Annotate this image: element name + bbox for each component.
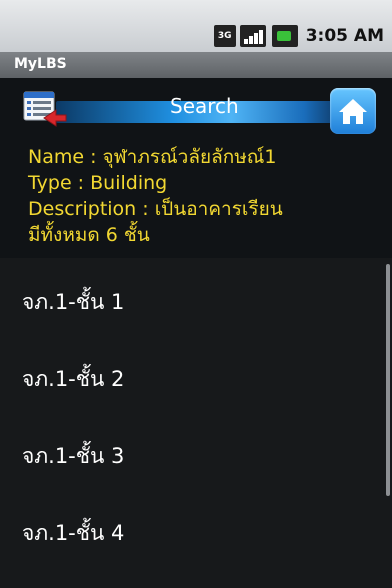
info-description-cont: มีทั้งหมด 6 ชั้น [28, 224, 150, 246]
floor-list: จภ.1-ชั้น 1 จภ.1-ชั้น 2 จภ.1-ชั้น 3 จภ.1… [0, 258, 392, 588]
building-info: Name : จุฬาภรณ์วลัยลักษณ์1 Type : Buildi… [28, 144, 378, 248]
list-back-icon[interactable] [22, 90, 68, 132]
status-time: 3:05 AM [305, 26, 384, 46]
header-panel: Search Name: จุฬาภรณ์วลัยลักษณ์1 Type:… [0, 78, 392, 258]
list-item-label: จภ.1-ชั้น 3 [22, 444, 125, 468]
list-item[interactable]: จภ.1-ชั้น 3 [0, 412, 392, 488]
home-icon [339, 99, 367, 124]
list-item[interactable]: จภ.1-ชั้น 1 [0, 258, 392, 334]
network-3g-icon: 3G [213, 25, 236, 47]
app-title: MyLBS [14, 56, 67, 72]
home-button[interactable] [330, 88, 376, 134]
status-icons: 3G 3:05 AM [213, 22, 384, 50]
status-bar: 3G 3:05 AM [0, 0, 392, 52]
list-item[interactable]: จภ.1-ชั้น 4 [0, 489, 392, 565]
list-scrollbar[interactable] [386, 264, 390, 496]
info-name: Name : จุฬาภรณ์วลัยลักษณ์1 [28, 146, 277, 168]
signal-icon [239, 25, 266, 47]
list-item-label: จภ.1-ชั้น 1 [22, 290, 125, 314]
list-item[interactable]: จภ.1-ชั้น 2 [0, 335, 392, 411]
list-item-label: จภ.1-ชั้น 2 [22, 367, 125, 391]
search-bar: Search [20, 88, 376, 134]
list-item-label: จภ.1-ชั้น 4 [22, 521, 125, 545]
info-type: Type : Building [28, 172, 168, 194]
info-description: Description : เป็นอาคารเรียน [28, 198, 283, 220]
search-label: Search [170, 94, 239, 118]
app-title-bar: MyLBS [0, 52, 392, 79]
battery-icon [271, 25, 298, 47]
phone-screen: 3G 3:05 AM MyLBS Search Name: จุฬาภรณ์ว… [0, 0, 392, 588]
